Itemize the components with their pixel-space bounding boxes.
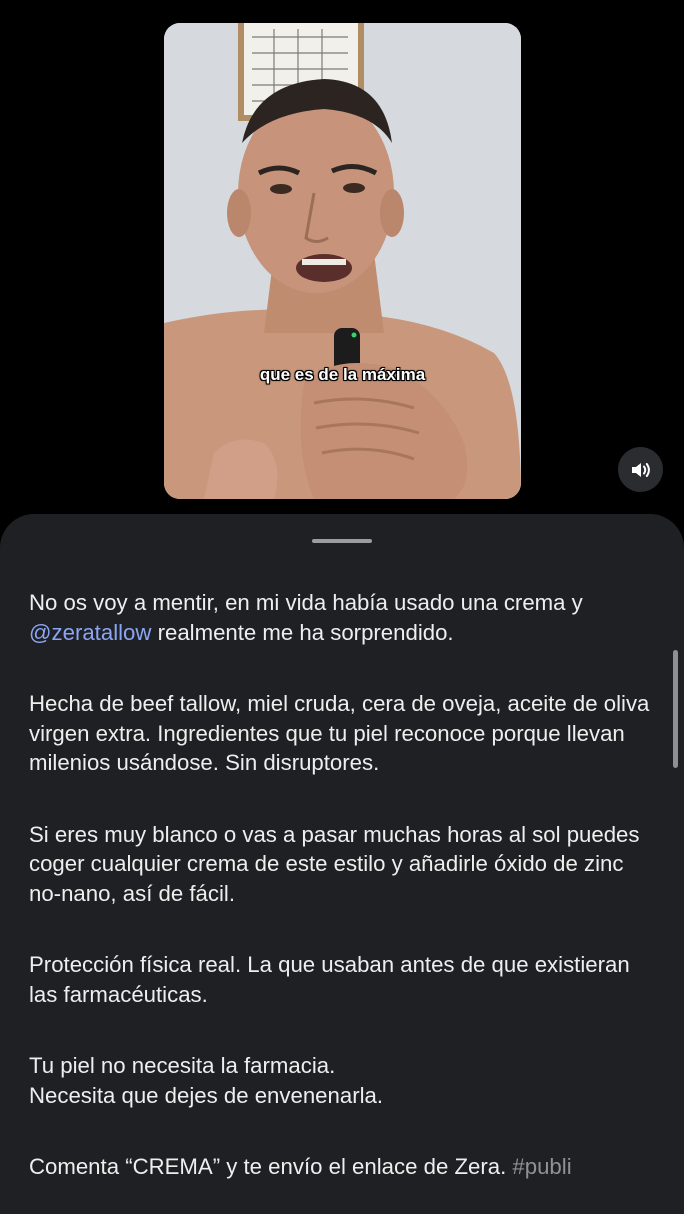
caption-line: Necesita que dejes de envenenarla.	[29, 1082, 384, 1108]
video-player[interactable]: que es de la máxima	[164, 23, 521, 499]
caption-line: Tu piel no necesita la farmacia.	[29, 1053, 336, 1078]
caption-paragraph: Hecha de beef tallow, miel cruda, cera d…	[29, 691, 650, 775]
post-caption: No os voy a mentir, en mi vida había usa…	[29, 588, 654, 1182]
caption-paragraph: Tu piel no necesita la farmacia. Necesita…	[29, 1051, 654, 1110]
caption-text: No os voy a mentir, en mi vida había usa…	[29, 590, 583, 615]
caption-text: Comenta “CREMA” y te envío el enlace de …	[29, 1154, 513, 1179]
caption-text: realmente me ha sorprendido.	[151, 619, 454, 645]
scrollbar[interactable]	[673, 650, 678, 768]
mute-toggle-button[interactable]	[618, 447, 663, 492]
video-frame	[164, 23, 521, 499]
caption-sheet: No os voy a mentir, en mi vida había usa…	[0, 514, 684, 1214]
video-subtitle: que es de la máxima	[259, 365, 426, 384]
caption-paragraph: Protección física real. La que usaban an…	[29, 952, 630, 1007]
caption-paragraph: No os voy a mentir, en mi vida había usa…	[29, 588, 654, 647]
speaker-wave-icon	[631, 462, 650, 477]
hashtag-link[interactable]: #publi	[512, 1154, 571, 1179]
sheet-grabber-handle[interactable]	[312, 539, 372, 543]
caption-paragraph: Si eres muy blanco o vas a pasar muchas …	[29, 821, 640, 906]
mention-link[interactable]: @zeratallow	[29, 620, 151, 645]
caption-paragraph: Comenta “CREMA” y te envío el enlace de …	[29, 1152, 654, 1182]
